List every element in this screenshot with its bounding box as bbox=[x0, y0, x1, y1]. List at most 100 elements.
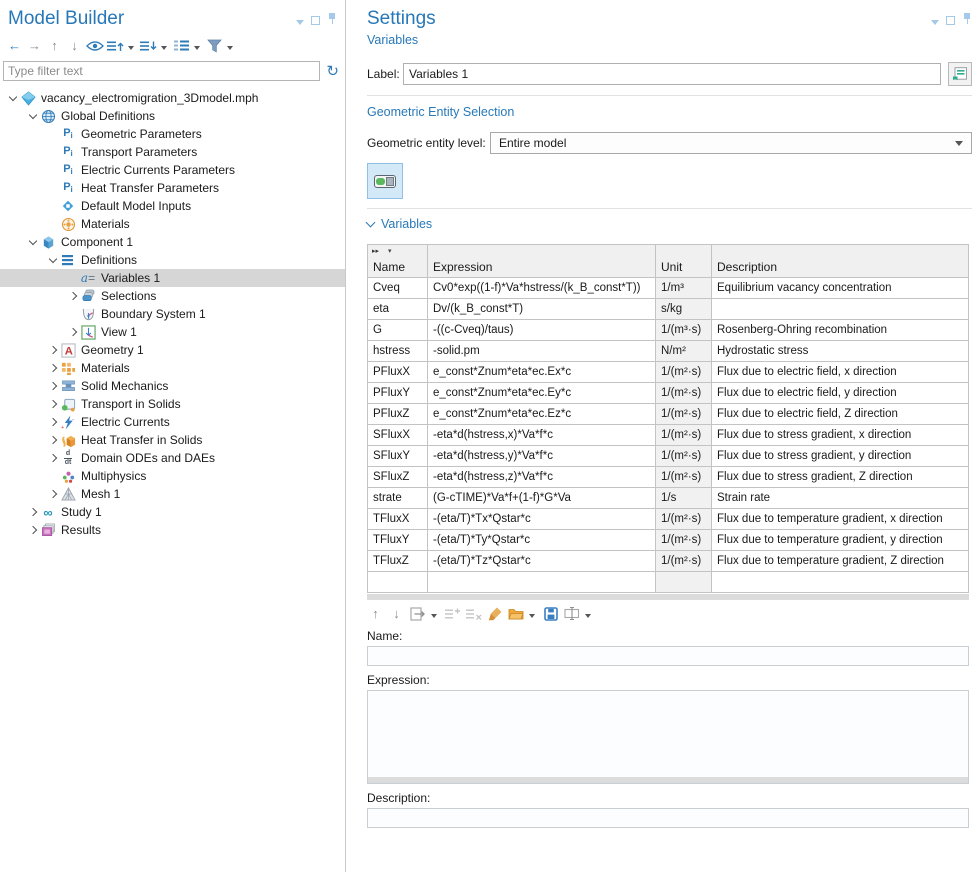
tree-item-transport-parameters[interactable]: PiTransport Parameters bbox=[0, 143, 345, 161]
cell-name[interactable]: strate bbox=[368, 488, 428, 509]
label-input[interactable]: Variables 1 bbox=[403, 63, 941, 85]
tree-item-electric-currents[interactable]: +-Electric Currents bbox=[0, 413, 345, 431]
variables-section-header[interactable]: Variables bbox=[367, 217, 972, 231]
forward-arrow-icon[interactable]: → bbox=[26, 37, 43, 54]
cell-expression[interactable]: -eta*d(hstress,x)*Va*f*c bbox=[428, 425, 656, 446]
chevron-right-icon[interactable] bbox=[48, 454, 56, 462]
cell-name[interactable]: PFluxX bbox=[368, 362, 428, 383]
name-input[interactable] bbox=[367, 646, 969, 666]
chevron-right-icon[interactable] bbox=[68, 292, 76, 300]
cell-expression[interactable]: -(eta/T)*Ty*Qstar*c bbox=[428, 530, 656, 551]
tree-item-solid-mechanics[interactable]: Solid Mechanics bbox=[0, 377, 345, 395]
panel-menu-caret-icon[interactable] bbox=[931, 14, 939, 28]
chevron-down-icon[interactable] bbox=[8, 93, 16, 101]
cell-expression[interactable] bbox=[428, 572, 656, 593]
cell-description[interactable]: Hydrostatic stress bbox=[712, 341, 969, 362]
label-doc-button[interactable] bbox=[948, 62, 972, 86]
cell-expression[interactable]: -(eta/T)*Tx*Qstar*c bbox=[428, 509, 656, 530]
filter-input[interactable] bbox=[3, 61, 320, 81]
table-horizontal-scrollbar[interactable] bbox=[367, 594, 969, 600]
chevron-down-icon[interactable] bbox=[28, 237, 36, 245]
cell-description[interactable]: Flux due to stress gradient, x direction bbox=[712, 425, 969, 446]
panel-pin-icon[interactable] bbox=[327, 13, 337, 28]
dropdown-caret-icon[interactable] bbox=[128, 39, 134, 53]
tree-item-domain-odes-and-daes[interactable]: ddtDomain ODEs and DAEs bbox=[0, 449, 345, 467]
add-row-icon[interactable] bbox=[444, 605, 461, 622]
cell-description[interactable]: Flux due to electric field, Z direction bbox=[712, 404, 969, 425]
tree-item-materials[interactable]: Materials bbox=[0, 359, 345, 377]
tree-item-global-definitions[interactable]: Global Definitions bbox=[0, 107, 345, 125]
node-label-icon[interactable] bbox=[173, 37, 190, 54]
move-up-arrow-icon[interactable]: ↑ bbox=[46, 37, 63, 54]
chevron-right-icon[interactable] bbox=[68, 328, 76, 336]
tree-item-heat-transfer-in-solids[interactable]: Heat Transfer in Solids bbox=[0, 431, 345, 449]
collapse-all-icon[interactable] bbox=[140, 37, 157, 54]
cell-description[interactable] bbox=[712, 572, 969, 593]
tree-item-vacancy-electromigration-3dmodel-mph[interactable]: vacancy_electromigration_3Dmodel.mph bbox=[0, 89, 345, 107]
tree-item-results[interactable]: Results bbox=[0, 521, 345, 539]
settings-subtitle[interactable]: Variables bbox=[367, 33, 972, 47]
chevron-down-icon[interactable] bbox=[28, 111, 36, 119]
column-header-unit[interactable]: Unit bbox=[656, 245, 712, 278]
tree-item-heat-transfer-parameters[interactable]: PiHeat Transfer Parameters bbox=[0, 179, 345, 197]
tree-item-mesh-1[interactable]: Mesh 1 bbox=[0, 485, 345, 503]
cell-expression[interactable]: -((c-Cveq)/taus) bbox=[428, 320, 656, 341]
row-up-icon[interactable]: ↑ bbox=[367, 605, 384, 622]
save-file-icon[interactable] bbox=[542, 605, 559, 622]
show-eye-icon[interactable] bbox=[86, 37, 104, 54]
cell-expression[interactable]: e_const*Znum*eta*ec.Ey*c bbox=[428, 383, 656, 404]
dropdown-caret-icon[interactable] bbox=[194, 39, 200, 53]
panel-pin-icon[interactable] bbox=[962, 13, 972, 28]
dropdown-caret-icon[interactable] bbox=[585, 607, 591, 621]
cell-name[interactable]: hstress bbox=[368, 341, 428, 362]
cell-expression[interactable]: e_const*Znum*eta*ec.Ez*c bbox=[428, 404, 656, 425]
chevron-right-icon[interactable] bbox=[48, 382, 56, 390]
cell-expression[interactable]: -eta*d(hstress,z)*Va*f*c bbox=[428, 467, 656, 488]
column-header-description[interactable]: Description bbox=[712, 245, 969, 278]
rename-icon[interactable] bbox=[563, 605, 580, 622]
chevron-right-icon[interactable] bbox=[48, 400, 56, 408]
column-header-name[interactable]: ▸▸▾Name bbox=[368, 245, 428, 278]
chevron-right-icon[interactable] bbox=[48, 490, 56, 498]
filter-funnel-icon[interactable] bbox=[206, 37, 223, 54]
chevron-right-icon[interactable] bbox=[48, 436, 56, 444]
panel-menu-caret-icon[interactable] bbox=[296, 14, 304, 28]
description-input[interactable] bbox=[367, 808, 969, 828]
cell-description[interactable]: Flux due to temperature gradient, x dire… bbox=[712, 509, 969, 530]
panel-float-icon[interactable] bbox=[946, 14, 955, 28]
tree-item-electric-currents-parameters[interactable]: PiElectric Currents Parameters bbox=[0, 161, 345, 179]
cell-expression[interactable]: e_const*Znum*eta*ec.Ex*c bbox=[428, 362, 656, 383]
back-arrow-icon[interactable]: ← bbox=[6, 37, 23, 54]
chevron-right-icon[interactable] bbox=[48, 364, 56, 372]
cell-expression[interactable]: -eta*d(hstress,y)*Va*f*c bbox=[428, 446, 656, 467]
tree-item-variables-1[interactable]: a=Variables 1 bbox=[0, 269, 345, 287]
cell-description[interactable]: Flux due to stress gradient, y direction bbox=[712, 446, 969, 467]
tree-item-component-1[interactable]: Component 1 bbox=[0, 233, 345, 251]
tree-item-geometric-parameters[interactable]: PiGeometric Parameters bbox=[0, 125, 345, 143]
cell-expression[interactable]: (G-cTIME)*Va*f+(1-f)*G*Va bbox=[428, 488, 656, 509]
cell-name[interactable]: SFluxY bbox=[368, 446, 428, 467]
cell-expression[interactable]: -(eta/T)*Tz*Qstar*c bbox=[428, 551, 656, 572]
chevron-right-icon[interactable] bbox=[48, 346, 56, 354]
cell-expression[interactable]: -solid.pm bbox=[428, 341, 656, 362]
chevron-right-icon[interactable] bbox=[28, 526, 36, 534]
dropdown-caret-icon[interactable] bbox=[227, 39, 233, 53]
geometric-entity-level-select[interactable]: Entire model bbox=[490, 132, 972, 154]
cell-name[interactable]: PFluxZ bbox=[368, 404, 428, 425]
tree-item-definitions[interactable]: Definitions bbox=[0, 251, 345, 269]
refresh-icon[interactable]: ↻ bbox=[326, 64, 339, 79]
tree-item-materials[interactable]: Materials bbox=[0, 215, 345, 233]
dropdown-caret-icon[interactable] bbox=[529, 607, 535, 621]
panel-float-icon[interactable] bbox=[311, 14, 320, 28]
cell-name[interactable]: PFluxY bbox=[368, 383, 428, 404]
cell-description[interactable]: Flux due to electric field, y direction bbox=[712, 383, 969, 404]
cell-name[interactable]: G bbox=[368, 320, 428, 341]
cell-description[interactable]: Flux due to temperature gradient, y dire… bbox=[712, 530, 969, 551]
tree-item-geometry-1[interactable]: AGeometry 1 bbox=[0, 341, 345, 359]
delete-row-icon[interactable] bbox=[465, 605, 482, 622]
move-to-icon[interactable] bbox=[409, 605, 426, 622]
cell-description[interactable]: Rosenberg-Ohring recombination bbox=[712, 320, 969, 341]
tree-item-multiphysics[interactable]: Multiphysics bbox=[0, 467, 345, 485]
tree-item-transport-in-solids[interactable]: Transport in Solids bbox=[0, 395, 345, 413]
cell-name[interactable]: TFluxX bbox=[368, 509, 428, 530]
